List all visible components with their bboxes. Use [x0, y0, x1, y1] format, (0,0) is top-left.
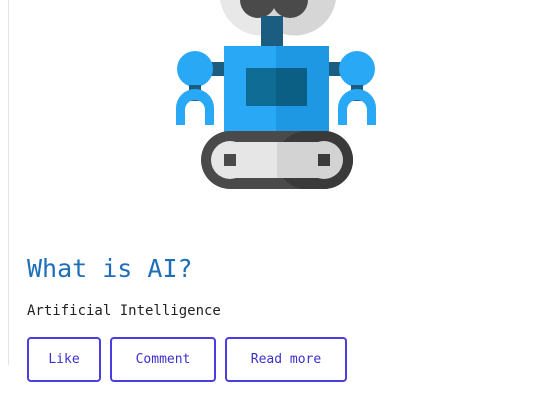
read-more-button[interactable]: Read more: [225, 337, 347, 382]
robot-icon: [176, 0, 376, 189]
article-subtitle: Artificial Intelligence: [27, 303, 221, 319]
card-divider: [8, 0, 9, 365]
article-title: What is AI?: [27, 254, 193, 283]
comment-button[interactable]: Comment: [110, 337, 216, 382]
like-button[interactable]: Like: [27, 337, 101, 382]
article-card: What is AI? Artificial Intelligence Like…: [0, 0, 538, 393]
